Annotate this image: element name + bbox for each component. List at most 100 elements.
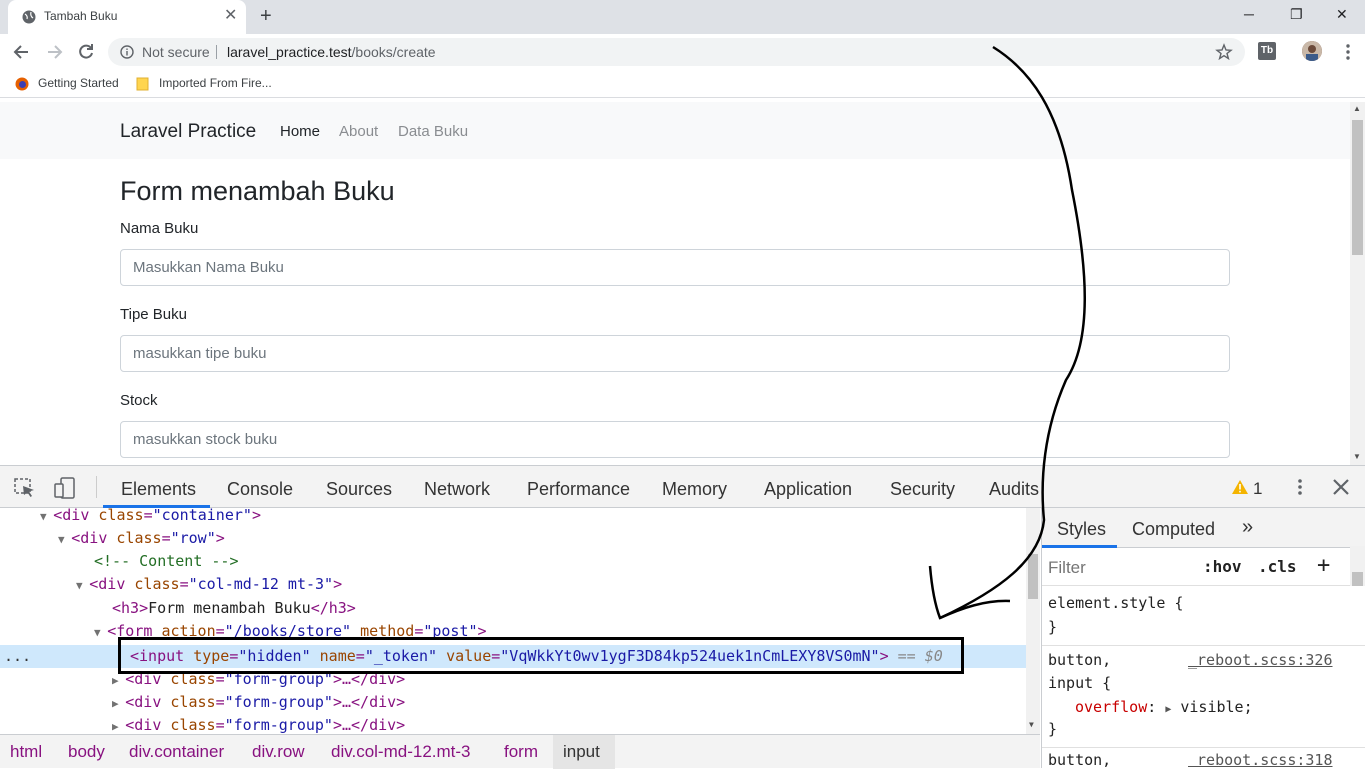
tab-styles[interactable]: Styles (1057, 519, 1106, 540)
navbar-brand[interactable]: Laravel Practice (120, 121, 256, 143)
css-property: overflow (1075, 698, 1148, 716)
rule-source-link[interactable]: _reboot.scss:326 (1188, 651, 1333, 669)
attr-name: class (170, 693, 216, 711)
crumb-input[interactable]: input (563, 742, 600, 762)
warning-icon[interactable] (1231, 479, 1249, 495)
tab-security[interactable]: Security (890, 479, 955, 500)
page-scrollbar[interactable]: ▲ ▼ (1350, 102, 1365, 465)
dom-node-comment[interactable]: <!-- Content --> (94, 550, 239, 573)
collapsed-triangle-icon[interactable]: ▶ (112, 674, 125, 687)
tab-audits[interactable]: Audits (989, 479, 1039, 500)
tab-sources[interactable]: Sources (326, 479, 392, 500)
forward-arrow-icon[interactable] (44, 42, 64, 62)
info-icon[interactable] (120, 45, 134, 59)
attr-name: class (116, 529, 162, 547)
crumb-html[interactable]: html (10, 742, 42, 762)
styles-scrollbar[interactable] (1350, 546, 1365, 586)
crumb-body[interactable]: body (68, 742, 105, 762)
address-bar[interactable]: Not secure laravel_practice.test/books/c… (108, 38, 1245, 66)
reload-icon[interactable] (76, 42, 96, 62)
dom-node-col[interactable]: ▼ <div class="col-md-12 mt-3"> (76, 573, 342, 596)
element-style-selector[interactable]: element.style { (1048, 594, 1183, 612)
tab-computed[interactable]: Computed (1132, 519, 1215, 540)
scroll-down-icon[interactable]: ▼ (1029, 720, 1034, 729)
styles-filter-input[interactable] (1048, 555, 1188, 581)
tag-end: > (333, 575, 343, 593)
tab-performance[interactable]: Performance (527, 479, 630, 500)
tab-title: Tambah Buku (44, 9, 118, 23)
dom-node-row[interactable]: ▼ <div class="row"> (58, 527, 225, 550)
browser-tab[interactable]: Tambah Buku ✕ (8, 0, 246, 34)
hov-toggle[interactable]: :hov (1203, 557, 1242, 576)
rule-divider (1042, 747, 1365, 748)
dom-node-h3[interactable]: <h3>Form menambah Buku</h3> (112, 597, 356, 620)
collapsed-triangle-icon[interactable]: ▶ (112, 720, 125, 733)
new-tab-button[interactable]: + (260, 6, 272, 26)
expand-triangle-icon[interactable]: ▶ (1165, 704, 1171, 715)
cls-toggle[interactable]: .cls (1258, 557, 1297, 576)
collapsed-triangle-icon[interactable]: ▶ (112, 697, 125, 710)
expand-triangle-icon[interactable]: ▼ (94, 626, 107, 639)
page-scrollbar-thumb[interactable] (1352, 120, 1363, 255)
expand-triangle-icon[interactable]: ▼ (40, 510, 53, 523)
nav-about[interactable]: About (339, 123, 378, 140)
more-tabs-icon[interactable]: » (1242, 516, 1253, 539)
attr-value: "container" (152, 508, 252, 524)
stock-label: Stock (120, 392, 158, 409)
tab-elements[interactable]: Elements (121, 479, 196, 500)
attr-name: class (170, 716, 216, 734)
styles-tabbar: Styles Computed » (1042, 508, 1365, 548)
rule-declaration[interactable]: overflow: ▶ visible; (1075, 698, 1253, 716)
nav-data-buku[interactable]: Data Buku (398, 123, 468, 140)
bookmark-imported[interactable]: Imported From Fire... (159, 76, 272, 90)
dom-node-form-group[interactable]: ▶ <div class="form-group">…</div> (112, 714, 405, 734)
dom-scrollbar-thumb[interactable] (1028, 554, 1038, 599)
rule-source-link[interactable]: _reboot.scss:318 (1188, 751, 1333, 768)
tag-end: </h3> (310, 599, 356, 617)
inspect-element-icon[interactable] (14, 478, 36, 498)
address-divider (216, 45, 217, 59)
tab-memory[interactable]: Memory (662, 479, 727, 500)
scroll-up-icon[interactable]: ▲ (1353, 104, 1361, 113)
crumb-div-container[interactable]: div.container (129, 742, 224, 762)
expand-triangle-icon[interactable]: ▼ (58, 533, 71, 546)
scroll-down-icon[interactable]: ▼ (1353, 452, 1361, 461)
back-arrow-icon[interactable] (12, 42, 32, 62)
nav-home[interactable]: Home (280, 123, 320, 140)
devtools-close-icon[interactable] (1332, 478, 1350, 496)
crumb-div-col[interactable]: div.col-md-12.mt-3 (331, 742, 471, 762)
dom-node-container[interactable]: ▼ <div class="container"> (40, 508, 261, 527)
kebab-menu-icon[interactable] (1338, 42, 1358, 62)
devtools-menu-icon[interactable] (1290, 477, 1310, 497)
tab-console[interactable]: Console (227, 479, 293, 500)
bookmark-star-icon[interactable] (1215, 43, 1233, 61)
new-rule-icon[interactable]: + (1317, 553, 1330, 578)
rule-selector[interactable]: input { (1048, 674, 1111, 692)
crumb-div-row[interactable]: div.row (252, 742, 305, 762)
styles-scrollbar-thumb[interactable] (1352, 572, 1363, 586)
tag-end: >…</div> (332, 693, 406, 711)
expand-triangle-icon[interactable]: ▼ (76, 579, 89, 592)
dom-scrollbar[interactable]: ▼ (1026, 508, 1040, 734)
minimize-icon[interactable]: ─ (1244, 6, 1254, 22)
stock-input[interactable] (120, 421, 1230, 458)
node-actions-ellipsis[interactable]: ... (4, 645, 31, 668)
crumb-form[interactable]: form (504, 742, 538, 762)
extension-icon[interactable]: Tb (1258, 42, 1276, 60)
restore-icon[interactable]: ❐ (1290, 6, 1303, 23)
profile-avatar[interactable] (1302, 41, 1322, 61)
rule-selector[interactable]: button, (1048, 651, 1111, 669)
attr-value: "col-md-12 mt-3" (188, 575, 334, 593)
tab-network[interactable]: Network (424, 479, 490, 500)
window-close-icon[interactable]: ✕ (1336, 6, 1348, 23)
bookmark-getting-started[interactable]: Getting Started (38, 76, 119, 90)
tipe-buku-input[interactable] (120, 335, 1230, 372)
rule-close-brace: } (1048, 618, 1058, 636)
nama-buku-input[interactable] (120, 249, 1230, 286)
tab-close-icon[interactable]: ✕ (224, 8, 237, 24)
css-value: visible; (1180, 698, 1253, 716)
dom-node-form-group[interactable]: ▶ <div class="form-group">…</div> (112, 691, 405, 714)
device-toolbar-icon[interactable] (54, 477, 76, 499)
tab-application[interactable]: Application (764, 479, 852, 500)
rule-selector[interactable]: button, (1048, 751, 1111, 768)
